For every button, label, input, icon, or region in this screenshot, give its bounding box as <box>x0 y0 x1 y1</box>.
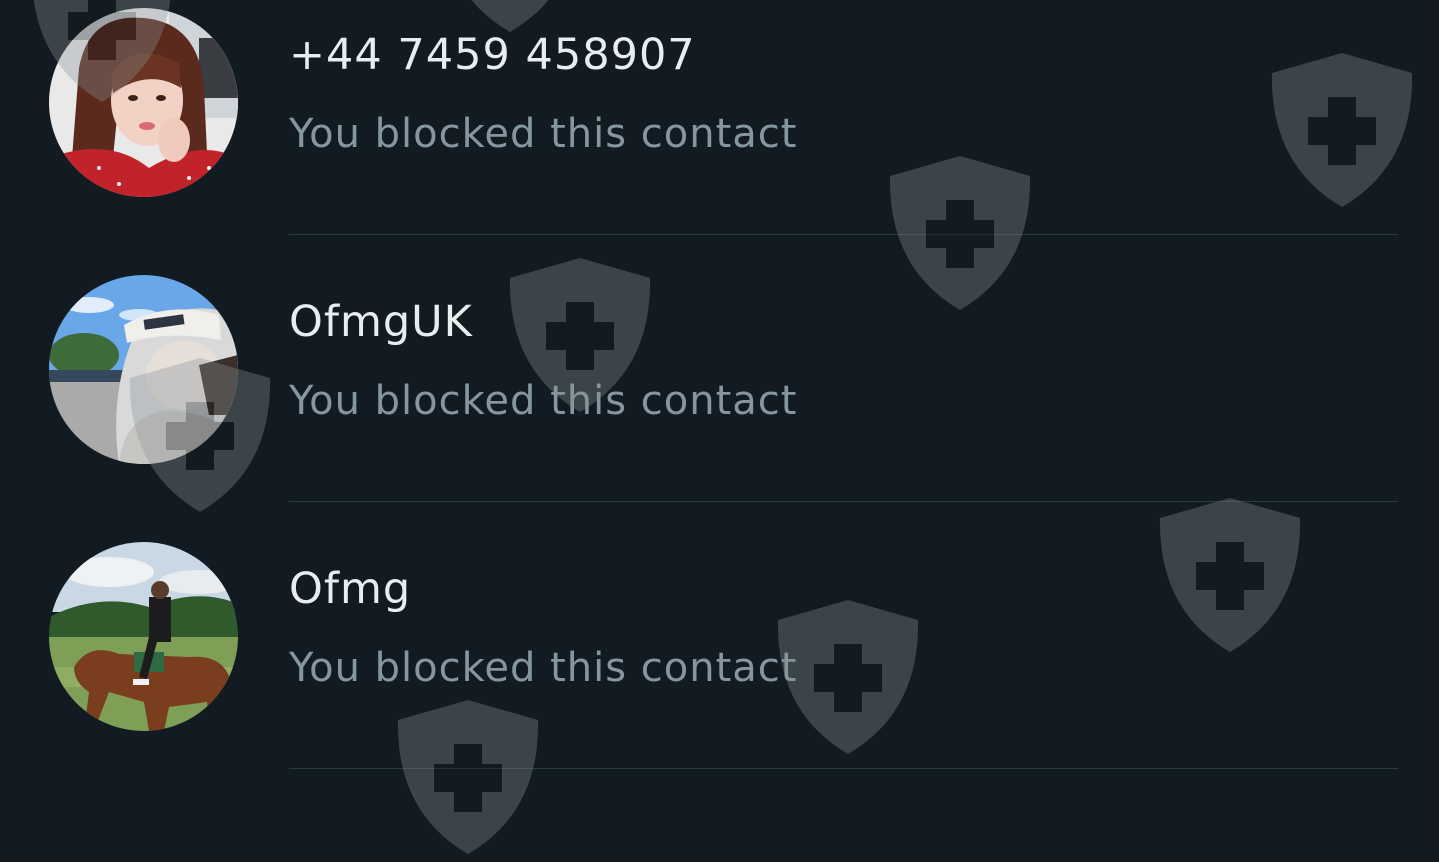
contact-avatar[interactable] <box>49 275 238 464</box>
contact-avatar[interactable] <box>49 8 238 197</box>
contact-name: OfmgUK <box>289 297 473 347</box>
contact-status: You blocked this contact <box>289 378 798 424</box>
contact-row[interactable]: OfmgUK You blocked this contact <box>0 235 1439 502</box>
contact-name: Ofmg <box>289 564 412 614</box>
contact-status: You blocked this contact <box>289 645 798 691</box>
contact-row[interactable]: Ofmg You blocked this contact <box>0 502 1439 769</box>
blocked-contacts-list: +44 7459 458907 You blocked this contact… <box>0 0 1439 772</box>
row-divider <box>289 768 1398 769</box>
contact-avatar[interactable] <box>49 542 238 731</box>
contact-name: +44 7459 458907 <box>289 30 696 80</box>
contact-row[interactable]: +44 7459 458907 You blocked this contact <box>0 0 1439 235</box>
contact-status: You blocked this contact <box>289 111 798 157</box>
